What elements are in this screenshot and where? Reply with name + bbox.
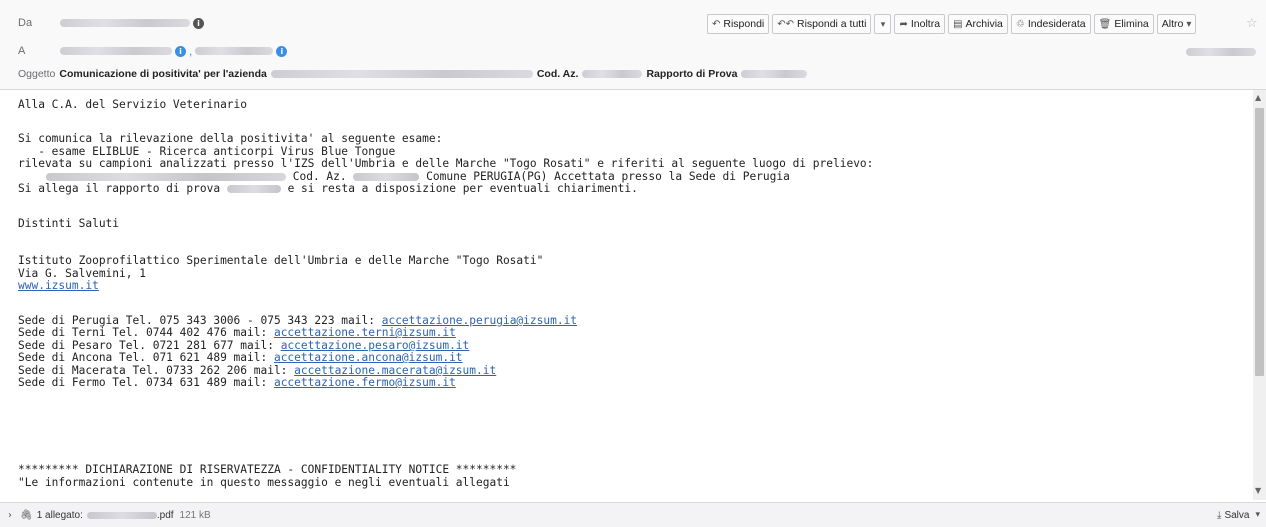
reply-icon: ↶ <box>712 18 721 30</box>
body-line: rilevata su campioni analizzati presso l… <box>18 157 874 170</box>
to-address-redacted-2[interactable] <box>195 47 274 55</box>
subject-rapporto: Rapporto di Prova <box>646 68 738 80</box>
vertical-scrollbar[interactable]: ▲ ▼ <box>1253 90 1266 500</box>
message-toolbar: ↶ Rispondi ↶↶ Rispondi a tutti ▾ ➦ Inoltra … <box>707 14 1197 34</box>
message-body[interactable]: Alla C.A. del Servizio Veterinario Si co… <box>0 90 1252 500</box>
forward-icon: ➦ <box>899 18 908 30</box>
scrollbar-thumb[interactable] <box>1255 108 1264 376</box>
body-line: ********* DICHIARAZIONE DI RISERVATEZZA … <box>18 463 517 476</box>
subject-text: Comunicazione di positivita' per l'azien… <box>59 68 267 80</box>
subject-redacted-code <box>582 70 643 78</box>
reply-all-dropdown[interactable]: ▾ <box>874 14 892 34</box>
download-icon: ⤓ <box>1217 509 1222 521</box>
subject-redacted-number <box>741 70 808 78</box>
email-link-terni[interactable]: accettazione.terni@izsum.it <box>274 326 456 339</box>
from-row: Da i <box>0 12 204 34</box>
body-line: Si comunica la rilevazione della positiv… <box>18 132 443 145</box>
more-button[interactable]: Altro ▾ <box>1156 14 1197 34</box>
date-redacted <box>1186 48 1256 56</box>
body-redacted-company <box>46 173 286 181</box>
body-redacted-report <box>226 185 281 193</box>
archive-icon: ▤ <box>953 18 963 30</box>
attachment-size: 121 kB <box>179 509 211 521</box>
info-icon[interactable]: i <box>175 45 186 57</box>
from-label: Da <box>18 17 33 29</box>
subject-redacted-company <box>270 70 533 78</box>
trash-icon: 🗑 <box>1098 18 1112 30</box>
body-line: Sede di Ancona Tel. 071 621 489 mail: ac… <box>18 351 463 364</box>
expand-chevron-icon[interactable]: › <box>8 510 12 521</box>
chevron-down-icon: ▾ <box>1186 18 1192 30</box>
to-row: A i , i <box>0 40 288 62</box>
save-button[interactable]: ⤓ Salva <box>1217 510 1249 521</box>
message-header: Da i ↶ Rispondi ↶↶ Rispondi a tutti ▾ ➦ Ino… <box>0 0 1266 90</box>
paperclip-icon: 🖇 <box>20 509 33 521</box>
body-line: Sede di Fermo Tel. 0734 631 489 mail: ac… <box>18 376 456 389</box>
reply-all-button[interactable]: ↶↶ Rispondi a tutti <box>772 14 872 34</box>
junk-icon: ♲ <box>1015 18 1025 30</box>
attachment-ext[interactable]: .pdf <box>157 510 174 521</box>
subject-label: Oggetto <box>18 68 56 80</box>
subject-row: Oggetto Comunicazione di positivita' per… <box>0 63 808 85</box>
website-link[interactable]: www.izsum.it <box>18 279 99 292</box>
body-line: Si allega il rapporto di prova e si rest… <box>18 182 638 195</box>
chevron-down-icon: ▾ <box>880 18 886 29</box>
junk-button[interactable]: ♲ Indesiderata <box>1010 14 1091 34</box>
body-line: www.izsum.it <box>18 279 99 293</box>
from-address-redacted[interactable] <box>60 19 190 27</box>
body-line: Alla C.A. del Servizio Veterinario <box>18 98 248 111</box>
body-line: "Le informazioni contenute in questo mes… <box>18 476 510 489</box>
to-address-redacted-1[interactable] <box>60 47 172 55</box>
subject-codaz: Cod. Az. <box>536 68 579 80</box>
star-icon[interactable]: ☆ <box>1246 16 1258 31</box>
info-icon[interactable]: i <box>276 45 288 57</box>
delete-button[interactable]: 🗑 Elimina <box>1093 14 1154 34</box>
body-line: Sede di Terni Tel. 0744 402 476 mail: ac… <box>18 326 456 339</box>
archive-button[interactable]: ▤ Archivia <box>948 14 1008 34</box>
save-dropdown-icon[interactable]: ▾ <box>1255 510 1260 520</box>
attachment-bar: › 🖇 1 allegato: .pdf 121 kB ⤓ Salva ▾ <box>0 502 1266 527</box>
attachment-count[interactable]: 1 allegato: <box>37 510 83 521</box>
email-link-fermo[interactable]: accettazione.fermo@izsum.it <box>274 376 456 389</box>
attachment-name-redacted[interactable] <box>86 511 157 519</box>
info-icon[interactable]: i <box>193 17 204 29</box>
body-line: Distinti Saluti <box>18 217 120 230</box>
to-label: A <box>18 45 26 57</box>
forward-button[interactable]: ➦ Inoltra <box>894 14 946 34</box>
email-link-ancona[interactable]: accettazione.ancona@izsum.it <box>274 351 463 364</box>
body-line: Istituto Zooprofilattico Sperimentale de… <box>18 254 544 267</box>
scroll-up-icon[interactable]: ▲ <box>1255 93 1261 102</box>
body-redacted-code <box>353 173 420 181</box>
scroll-down-icon[interactable]: ▼ <box>1255 486 1261 495</box>
reply-button[interactable]: ↶ Rispondi <box>707 14 770 34</box>
reply-all-icon: ↶↶ <box>777 18 795 30</box>
